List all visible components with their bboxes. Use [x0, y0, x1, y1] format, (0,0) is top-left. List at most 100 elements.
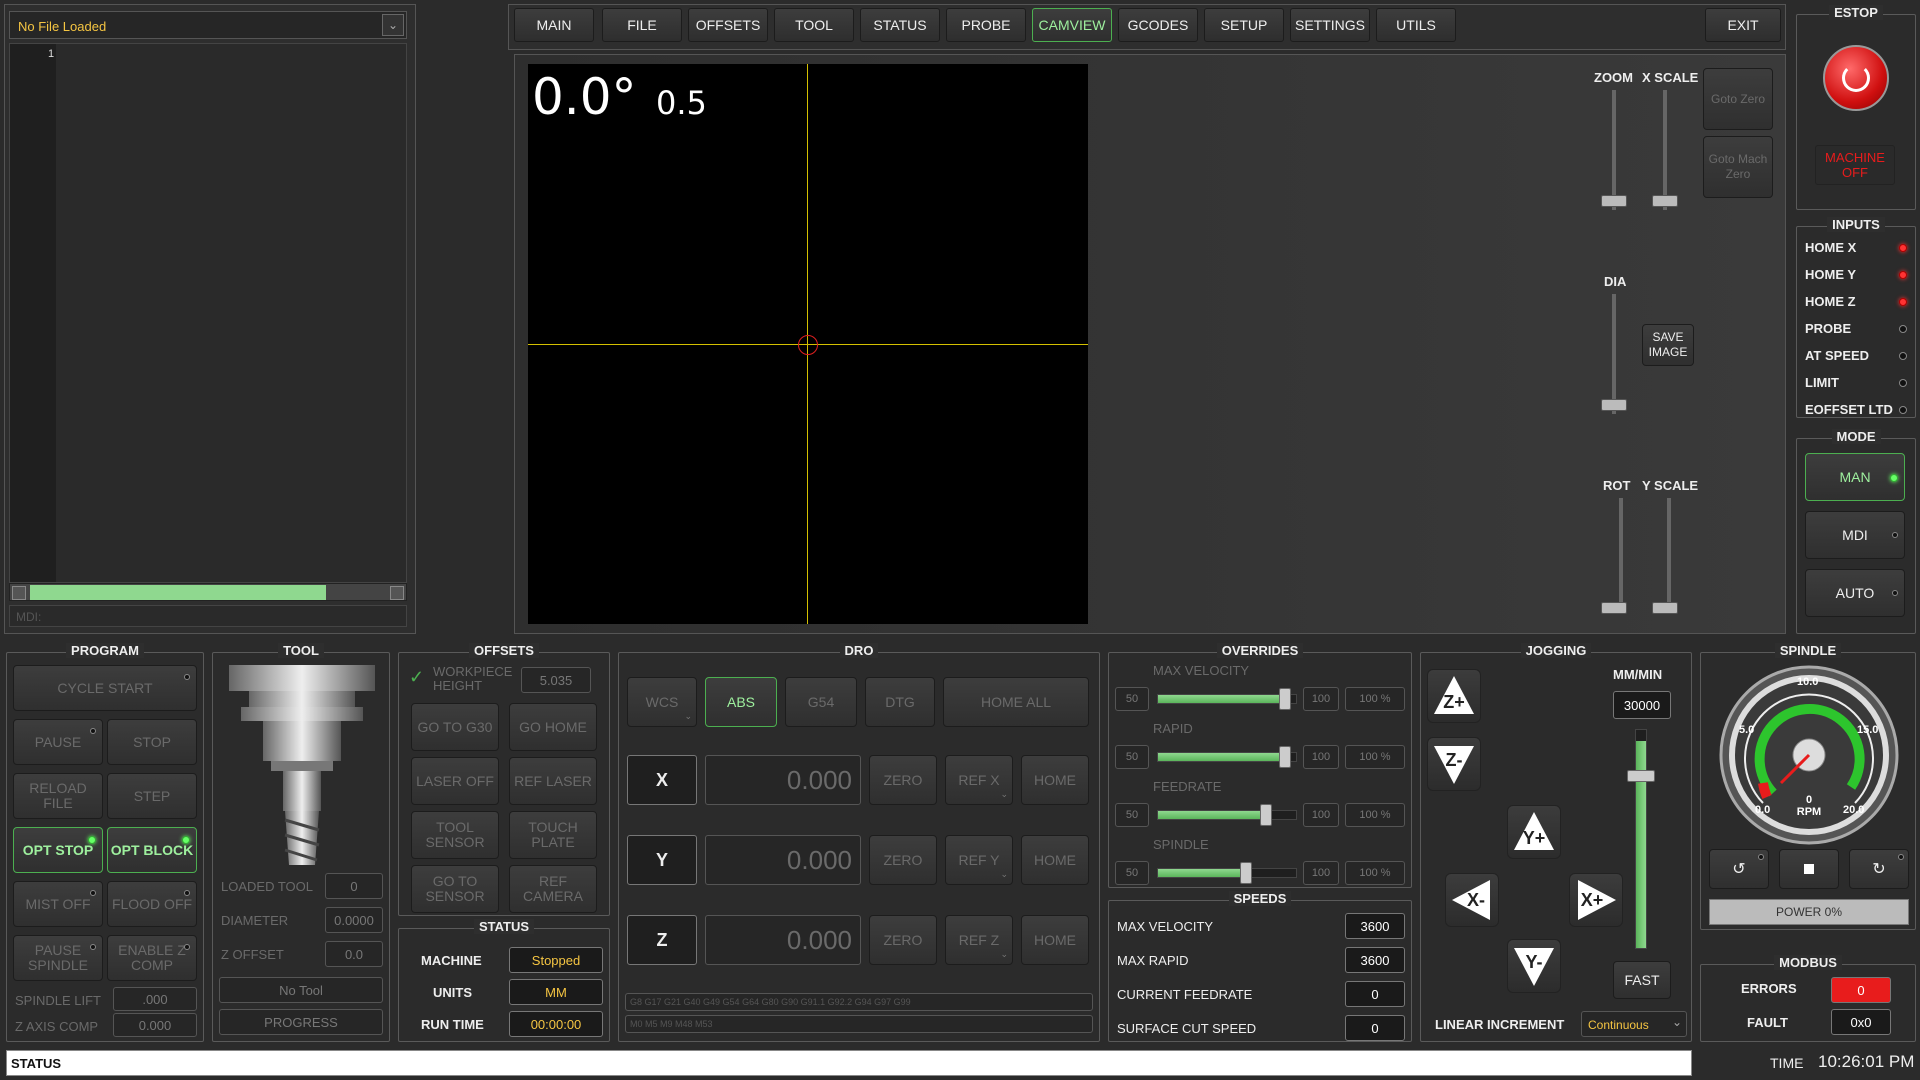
camera-view[interactable]: 0.0° 0.5 — [528, 64, 1088, 624]
override-slider[interactable] — [1157, 688, 1297, 710]
override-min-button[interactable]: 50 — [1115, 861, 1149, 885]
ref-laser-button[interactable]: REF LASER — [509, 757, 597, 805]
zero-z-button[interactable]: ZERO — [869, 915, 937, 965]
zero-x-button[interactable]: ZERO — [869, 755, 937, 805]
xscale-slider-knob[interactable] — [1652, 195, 1678, 207]
tab-file[interactable]: FILE — [602, 8, 682, 42]
tab-main[interactable]: MAIN — [514, 8, 594, 42]
yscale-slider-knob[interactable] — [1652, 602, 1678, 614]
override-slider[interactable] — [1157, 862, 1297, 884]
fast-button[interactable]: FAST — [1613, 961, 1671, 999]
spindle-lift-field[interactable]: .000 — [113, 987, 197, 1011]
home-z-button[interactable]: HOME — [1021, 915, 1089, 965]
spindle-forward-button[interactable]: ↻ — [1849, 849, 1909, 889]
yscale-slider[interactable] — [1667, 498, 1671, 610]
spindle-reverse-button[interactable]: ↺ — [1709, 849, 1769, 889]
jog-z-plus-button[interactable]: Z+ — [1427, 669, 1481, 723]
jog-x-plus-button[interactable]: X+ — [1569, 873, 1623, 927]
goto-mach-zero-button[interactable]: Goto Mach Zero — [1703, 136, 1773, 198]
jog-rate-field[interactable]: 30000 — [1613, 691, 1671, 719]
override-max-button[interactable]: 100 — [1303, 803, 1339, 827]
jog-rate-slider-knob[interactable] — [1627, 770, 1655, 782]
override-slider-knob[interactable] — [1240, 862, 1253, 884]
file-selector[interactable]: No File Loaded ⌄ — [9, 11, 407, 39]
wcs-button[interactable]: WCS ⌄ — [627, 677, 697, 727]
override-slider-knob[interactable] — [1278, 746, 1291, 768]
home-y-button[interactable]: HOME — [1021, 835, 1089, 885]
ref-camera-button[interactable]: REF CAMERA — [509, 865, 597, 913]
home-all-button[interactable]: HOME ALL — [943, 677, 1089, 727]
dia-slider-knob[interactable] — [1601, 399, 1627, 411]
mode-mdi-button[interactable]: MDI — [1805, 511, 1905, 559]
z-axis-comp-field[interactable]: 0.000 — [113, 1013, 197, 1037]
tab-utils[interactable]: UTILS — [1376, 8, 1456, 42]
enable-zcomp-button[interactable]: ENABLE Z COMP — [107, 935, 197, 981]
mode-auto-button[interactable]: AUTO — [1805, 569, 1905, 617]
linear-increment-select[interactable]: Continuous ⌄ — [1581, 1011, 1687, 1037]
override-max-button[interactable]: 100 — [1303, 861, 1339, 885]
dro-axis-y[interactable]: Y — [627, 835, 697, 885]
ref-y-button[interactable]: REF Y ⌄ — [945, 835, 1013, 885]
tool-sensor-button[interactable]: TOOL SENSOR — [411, 811, 499, 859]
rot-slider-knob[interactable] — [1601, 602, 1627, 614]
reload-file-button[interactable]: RELOAD FILE — [13, 773, 103, 819]
override-slider[interactable] — [1157, 804, 1297, 826]
tab-status[interactable]: STATUS — [860, 8, 940, 42]
dia-slider[interactable] — [1612, 294, 1616, 414]
opt-stop-button[interactable]: OPT STOP — [13, 827, 103, 873]
override-slider-knob[interactable] — [1278, 688, 1291, 710]
g54-button[interactable]: G54 — [785, 677, 857, 727]
rot-slider[interactable] — [1619, 498, 1623, 610]
ref-z-button[interactable]: REF Z ⌄ — [945, 915, 1013, 965]
jog-y-plus-button[interactable]: Y+ — [1507, 805, 1561, 859]
go-to-g30-button[interactable]: GO TO G30 — [411, 703, 499, 751]
mist-off-button[interactable]: MIST OFF — [13, 881, 103, 927]
laser-off-button[interactable]: LASER OFF — [411, 757, 499, 805]
touch-plate-button[interactable]: TOUCH PLATE — [509, 811, 597, 859]
step-button[interactable]: STEP — [107, 773, 197, 819]
override-slider[interactable] — [1157, 746, 1297, 768]
override-min-button[interactable]: 50 — [1115, 745, 1149, 769]
horizontal-scrollbar[interactable] — [9, 583, 407, 601]
save-image-button[interactable]: SAVE IMAGE — [1642, 324, 1694, 366]
zoom-slider-knob[interactable] — [1601, 195, 1627, 207]
jog-x-minus-button[interactable]: X- — [1445, 873, 1499, 927]
workpiece-height-field[interactable]: 5.035 — [521, 667, 591, 693]
opt-block-button[interactable]: OPT BLOCK — [107, 827, 197, 873]
pause-spindle-button[interactable]: PAUSE SPINDLE — [13, 935, 103, 981]
tab-settings[interactable]: SETTINGS — [1290, 8, 1370, 42]
home-x-button[interactable]: HOME — [1021, 755, 1089, 805]
tab-gcodes[interactable]: GCODES — [1118, 8, 1198, 42]
tab-camview[interactable]: CAMVIEW — [1032, 8, 1112, 42]
dro-axis-x[interactable]: X — [627, 755, 697, 805]
zero-y-button[interactable]: ZERO — [869, 835, 937, 885]
tab-tool[interactable]: TOOL — [774, 8, 854, 42]
dtg-button[interactable]: DTG — [865, 677, 935, 727]
chevron-down-icon[interactable]: ⌄ — [382, 14, 404, 36]
jog-z-minus-button[interactable]: Z- — [1427, 737, 1481, 791]
ref-x-button[interactable]: REF X ⌄ — [945, 755, 1013, 805]
scroll-left-button[interactable] — [12, 586, 26, 600]
exit-button[interactable]: EXIT — [1705, 8, 1781, 42]
cycle-start-button[interactable]: CYCLE START — [13, 665, 197, 711]
jog-y-minus-button[interactable]: Y- — [1507, 939, 1561, 993]
override-max-button[interactable]: 100 — [1303, 687, 1339, 711]
scroll-thumb[interactable] — [30, 585, 326, 600]
tab-offsets[interactable]: OFFSETS — [688, 8, 768, 42]
gcode-editor[interactable]: 1 — [9, 43, 407, 583]
xscale-slider[interactable] — [1663, 90, 1667, 210]
flood-off-button[interactable]: FLOOD OFF — [107, 881, 197, 927]
jog-rate-slider[interactable] — [1635, 729, 1647, 949]
dro-axis-z[interactable]: Z — [627, 915, 697, 965]
go-to-sensor-button[interactable]: GO TO SENSOR — [411, 865, 499, 913]
tab-setup[interactable]: SETUP — [1204, 8, 1284, 42]
mdi-input[interactable]: MDI: — [9, 605, 407, 627]
goto-zero-button[interactable]: Goto Zero — [1703, 68, 1773, 130]
abs-button[interactable]: ABS — [705, 677, 777, 727]
estop-button[interactable] — [1823, 45, 1889, 111]
stop-button[interactable]: STOP — [107, 719, 197, 765]
go-home-button[interactable]: GO HOME — [509, 703, 597, 751]
override-slider-knob[interactable] — [1259, 804, 1272, 826]
pause-button[interactable]: PAUSE — [13, 719, 103, 765]
tab-probe[interactable]: PROBE — [946, 8, 1026, 42]
